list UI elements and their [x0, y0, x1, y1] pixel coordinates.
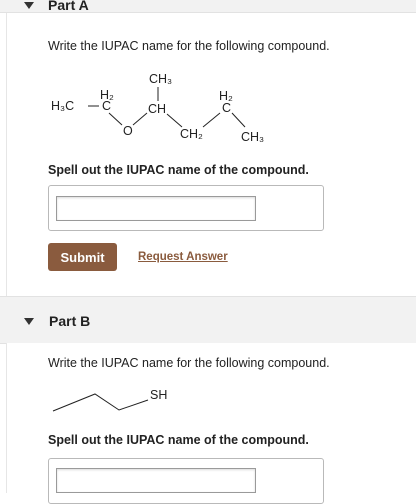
part-a-spell-prompt: Spell out the IUPAC name of the compound…	[48, 163, 309, 177]
bond-ch-ch2	[166, 113, 183, 128]
part-b-spell-prompt: Spell out the IUPAC name of the compound…	[48, 433, 309, 447]
bond-c-ch3	[231, 112, 246, 128]
part-b-header[interactable]: Part B	[0, 296, 416, 344]
part-b-title: Part B	[49, 313, 91, 329]
part-b-structure: SH	[52, 388, 167, 412]
label-c-left: C	[102, 99, 111, 113]
part-a-name-input[interactable]	[56, 196, 256, 221]
part-a-title: Part A	[48, 0, 89, 13]
bond-o-ch	[132, 112, 148, 126]
part-a-answer-box	[48, 185, 324, 231]
part-a-structure: H₃C H₂ C O CH₃ CH CH₂ H₂ C CH₃	[51, 72, 264, 144]
label-ch2: CH₂	[180, 127, 203, 141]
label-ch3-top: CH₃	[149, 72, 172, 86]
part-b-content: Write the IUPAC name for the following c…	[6, 343, 416, 504]
request-answer-link[interactable]: Request Answer	[138, 251, 228, 263]
part-a-content: Write the IUPAC name for the following c…	[6, 13, 416, 296]
label-sh: SH	[150, 388, 167, 402]
bond-ch2-c	[202, 112, 221, 128]
label-h3c: H₃C	[51, 99, 74, 113]
bond-c-o	[108, 112, 123, 126]
label-ch: CH	[148, 102, 166, 116]
collapse-triangle-icon[interactable]	[24, 318, 34, 325]
part-b-name-input[interactable]	[56, 468, 256, 493]
part-b-answer-box	[48, 458, 324, 504]
collapse-triangle-icon[interactable]	[24, 2, 34, 9]
zigzag-chain	[52, 393, 149, 412]
label-c-right: C	[222, 101, 231, 115]
label-ch3-right: CH₃	[241, 130, 264, 144]
label-o: O	[123, 124, 133, 138]
part-a-prompt: Write the IUPAC name for the following c…	[48, 39, 330, 53]
part-a-header[interactable]: Part A	[0, 0, 416, 13]
part-b-prompt: Write the IUPAC name for the following c…	[48, 356, 330, 370]
submit-button[interactable]: Submit	[48, 243, 117, 271]
